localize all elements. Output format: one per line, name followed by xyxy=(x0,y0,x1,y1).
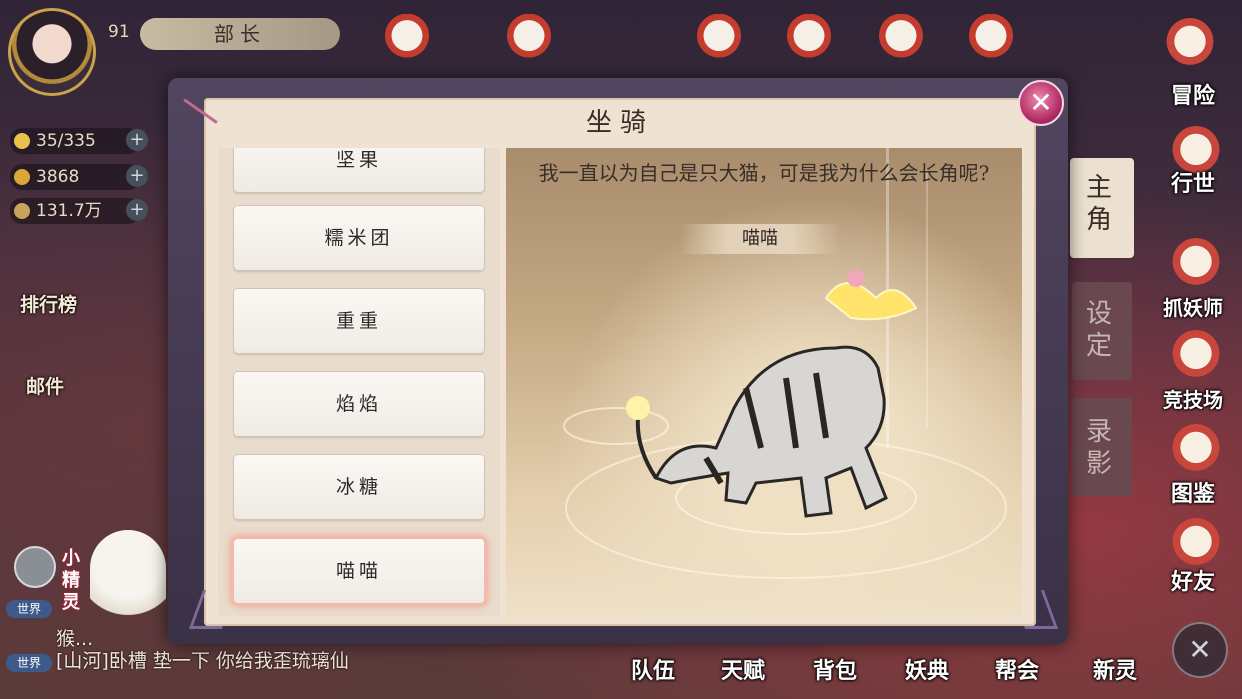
friends-icon[interactable] xyxy=(1170,518,1222,570)
crossed-swords-icon[interactable]: ✕ xyxy=(1172,622,1228,678)
adventure-button[interactable]: 冒险 xyxy=(1158,78,1228,110)
arena-icon[interactable] xyxy=(1170,330,1222,382)
chat-line-2: [山河]卧槽 垫一下 你给我歪琉璃仙 xyxy=(56,650,349,672)
mount-item[interactable]: 焰焰 xyxy=(234,372,484,436)
mount-list[interactable]: 坚果 糯米团 重重 焰焰 冰糖 喵喵 xyxy=(218,148,500,616)
mount-name: 喵喵 xyxy=(680,224,840,254)
sprite-rabbit-avatar[interactable] xyxy=(90,530,166,640)
mount-description: 我一直以为自己是只大猫，可是我为什么会长角呢? xyxy=(538,161,990,185)
lightning-icon xyxy=(14,133,30,149)
team-button[interactable]: 队伍 xyxy=(618,653,688,685)
world-channel-tag: 世界 xyxy=(6,600,52,618)
arena-button[interactable]: 竞技场 xyxy=(1148,384,1238,413)
mount-item-selected[interactable]: 喵喵 xyxy=(234,539,484,603)
atlas-button[interactable]: 图鉴 xyxy=(1158,476,1228,508)
player-avatar[interactable] xyxy=(8,8,96,96)
silver-value: 131.7万 xyxy=(36,201,102,221)
silver-counter: 131.7万 + xyxy=(10,198,148,224)
top-activity-icon-6[interactable] xyxy=(962,14,1020,68)
sprite-label[interactable]: 小精灵 xyxy=(62,548,92,614)
add-stamina-button[interactable]: + xyxy=(126,129,148,151)
mount-creature xyxy=(626,269,918,518)
tab-record[interactable]: 录影 xyxy=(1072,398,1132,496)
stamina-value: 35/335 xyxy=(36,131,96,151)
top-activity-icon-2[interactable] xyxy=(500,14,558,68)
mail-button[interactable]: 邮件 xyxy=(26,372,64,399)
new-spirit-button[interactable]: 新灵 xyxy=(1080,653,1150,685)
chat-line-1: 猴... xyxy=(56,628,94,650)
gold-counter: 3868 + xyxy=(10,164,148,190)
mount-item[interactable]: 重重 xyxy=(234,289,484,353)
top-activity-icon-4[interactable] xyxy=(780,14,838,68)
bag-button[interactable]: 背包 xyxy=(800,653,870,685)
close-button[interactable]: ✕ xyxy=(1018,80,1064,126)
team-battle-button[interactable]: 行世 xyxy=(1158,166,1228,198)
top-activity-icon-1[interactable] xyxy=(378,14,436,68)
tab-settings[interactable]: 设定 xyxy=(1072,282,1132,380)
mount-preview-panel xyxy=(506,148,1022,616)
dialog-title: 坐骑 xyxy=(585,108,654,138)
friends-button[interactable]: 好友 xyxy=(1158,564,1228,596)
mount-item[interactable]: 冰糖 xyxy=(234,455,484,519)
top-activity-icon-3[interactable] xyxy=(690,14,748,68)
demon-master-icon[interactable] xyxy=(1170,238,1222,290)
atlas-icon[interactable] xyxy=(1170,424,1222,476)
coin-icon xyxy=(14,203,30,219)
tab-settings-label: 设定 xyxy=(1086,299,1113,361)
player-level: 91 xyxy=(108,22,130,42)
demon-codex-button[interactable]: 妖典 xyxy=(892,653,962,685)
gold-value: 3868 xyxy=(36,167,80,187)
tab-protagonist-label: 主角 xyxy=(1086,173,1113,235)
gold-ingot-icon xyxy=(14,169,30,185)
tab-record-label: 录影 xyxy=(1086,417,1113,479)
mount-item[interactable]: 坚果 xyxy=(234,148,484,192)
guild-button[interactable]: 帮会 xyxy=(982,653,1052,685)
add-gold-button[interactable]: + xyxy=(126,165,148,187)
player-rank: 部长 xyxy=(140,18,340,50)
top-activity-icon-5[interactable] xyxy=(872,14,930,68)
add-silver-button[interactable]: + xyxy=(126,199,148,221)
world-channel-tag-2: 世界 xyxy=(6,654,52,672)
mount-preview-art xyxy=(563,148,1007,579)
mount-item[interactable]: 糯米团 xyxy=(234,206,484,270)
ranking-button[interactable]: 排行榜 xyxy=(20,290,77,317)
tab-protagonist[interactable]: 主角 xyxy=(1070,158,1134,258)
adventure-icon[interactable] xyxy=(1164,18,1216,70)
stamina-counter: 35/335 + xyxy=(10,128,148,154)
demon-master-button[interactable]: 抓妖师 xyxy=(1148,292,1238,321)
talent-button[interactable]: 天赋 xyxy=(708,653,778,685)
chat-bubble-icon[interactable] xyxy=(14,546,56,588)
